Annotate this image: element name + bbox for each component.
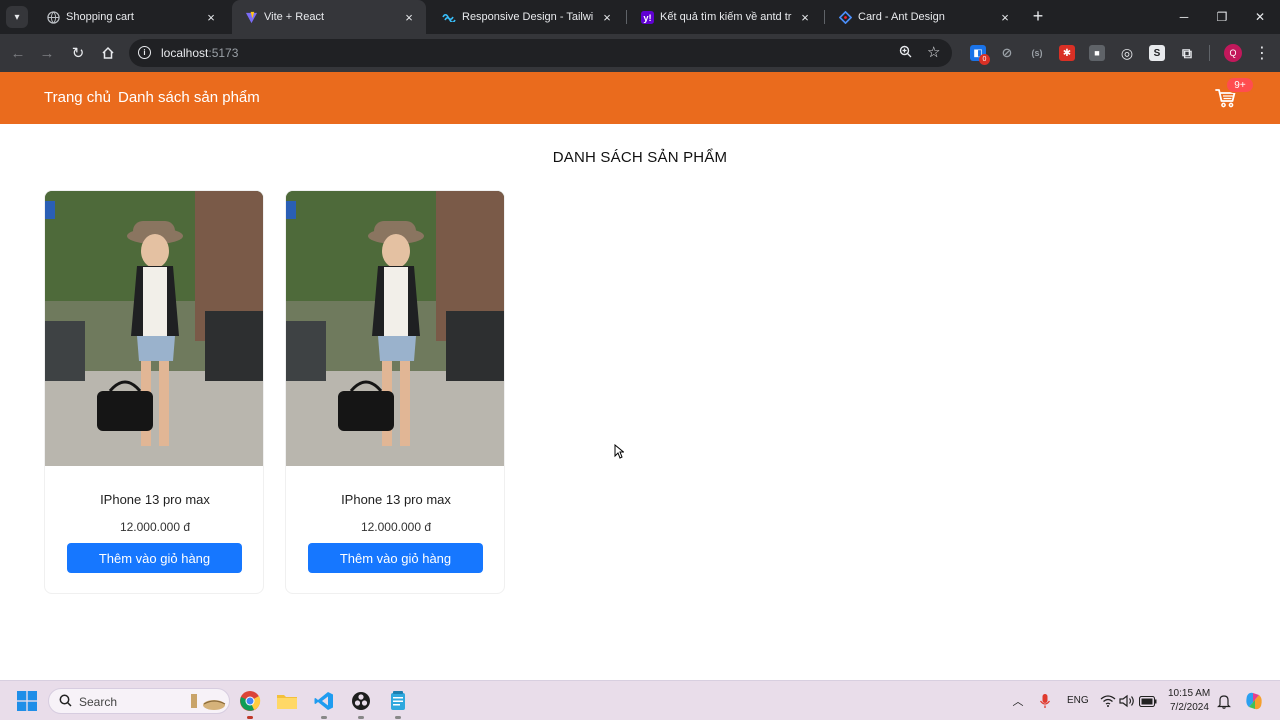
product-price: 12.000.000 đ xyxy=(119,520,191,534)
tab-shopping-cart[interactable]: Shopping cart × xyxy=(34,0,228,34)
product-name: IPhone 13 pro max xyxy=(100,492,210,507)
new-tab-button[interactable]: + xyxy=(1028,6,1048,26)
language-indicator[interactable]: ENG xyxy=(1067,695,1089,706)
extension-red-icon[interactable]: ✱ xyxy=(1059,45,1075,61)
reload-icon: ↻ xyxy=(71,45,85,62)
tab-vite-react[interactable]: Vite + React × xyxy=(232,0,426,34)
tab-separator xyxy=(626,10,627,24)
product-name: IPhone 13 pro max xyxy=(341,492,451,507)
clock-date[interactable]: 7/2/2024 xyxy=(1170,702,1209,713)
tab-label: Responsive Design - Tailwind C xyxy=(462,11,594,23)
page-viewport: Trang chủ Danh sách sản phẩm 9+ DANH SÁC… xyxy=(0,72,1280,680)
tab-search-button[interactable]: ▾ xyxy=(6,6,28,28)
product-image xyxy=(286,191,504,466)
url-text: localhost:5173 xyxy=(161,46,239,60)
vscode-taskbar-icon[interactable] xyxy=(312,689,336,713)
antd-icon xyxy=(838,10,852,24)
chrome-taskbar-icon[interactable] xyxy=(238,689,262,713)
svg-text:y!: y! xyxy=(643,13,651,23)
home-icon xyxy=(102,46,114,59)
tab-tailwind[interactable]: Responsive Design - Tailwind C × xyxy=(430,0,624,34)
search-icon xyxy=(59,694,72,710)
extension-badge: 0 xyxy=(979,54,990,65)
notepad-running-indicator xyxy=(395,716,401,719)
file-explorer-taskbar-icon[interactable] xyxy=(275,689,299,713)
tab-label: Shopping cart xyxy=(66,11,134,23)
window-close-button[interactable]: ✕ xyxy=(1242,0,1278,34)
close-icon[interactable]: × xyxy=(600,10,614,25)
zoom-icon[interactable] xyxy=(899,45,912,61)
globe-icon xyxy=(46,10,60,24)
nav-home-link[interactable]: Trang chủ xyxy=(44,89,111,106)
windows-start-button[interactable] xyxy=(15,689,39,713)
obs-running-indicator xyxy=(358,716,364,719)
show-hidden-icons-button[interactable]: ︿ xyxy=(1006,689,1030,713)
close-icon[interactable]: × xyxy=(998,10,1012,25)
vscode-running-indicator xyxy=(321,716,327,719)
arrow-left-icon: ← xyxy=(10,44,26,62)
add-to-cart-button[interactable]: Thêm vào giỏ hàng xyxy=(308,543,483,573)
app-header: Trang chủ Danh sách sản phẩm 9+ xyxy=(0,72,1280,124)
tab-yahoo[interactable]: y! Kết quả tìm kiếm về antd trên Y × xyxy=(628,0,822,34)
tailwind-icon xyxy=(442,10,456,24)
puzzle-icon[interactable]: ⧉ xyxy=(1179,45,1195,61)
back-button[interactable]: ← xyxy=(8,43,28,63)
close-icon[interactable]: × xyxy=(204,10,218,25)
page-title: DANH SÁCH SẢN PHẨM xyxy=(552,149,728,166)
reload-button[interactable]: ↻ xyxy=(68,43,88,63)
obs-taskbar-icon[interactable] xyxy=(349,689,373,713)
notepad-taskbar-icon[interactable] xyxy=(386,689,410,713)
extension-grey-icon[interactable]: (s) xyxy=(1029,45,1045,61)
notification-bell-icon[interactable] xyxy=(1212,689,1236,713)
address-bar[interactable]: i localhost:5173 ☆ xyxy=(129,39,952,67)
profile-avatar[interactable]: Q xyxy=(1224,44,1242,62)
battery-icon[interactable] xyxy=(1136,689,1160,713)
copilot-icon[interactable] xyxy=(1242,689,1266,713)
close-icon[interactable]: × xyxy=(798,10,812,25)
extension-s-icon[interactable]: S xyxy=(1149,45,1165,61)
chrome-running-indicator xyxy=(247,716,253,719)
cart-count-badge: 9+ xyxy=(1226,77,1254,93)
mouse-cursor-icon xyxy=(614,444,624,459)
product-image xyxy=(45,191,263,466)
forward-button[interactable]: → xyxy=(37,43,57,63)
yahoo-icon: y! xyxy=(640,10,654,24)
product-card: IPhone 13 pro max 12.000.000 đ Thêm vào … xyxy=(44,190,264,594)
taskbar: Search ︿ ENG 10:15 AM 7/2/2024 xyxy=(0,680,1280,720)
tab-strip: ▾ Shopping cart × Vite + React × Respons… xyxy=(0,0,1280,34)
toolbar-separator xyxy=(1209,45,1210,61)
microphone-icon[interactable] xyxy=(1033,689,1057,713)
compass-icon[interactable]: ⊘ xyxy=(999,45,1015,61)
tab-label: Vite + React xyxy=(264,11,325,23)
taskbar-search-input[interactable]: Search xyxy=(48,688,230,714)
search-placeholder: Search xyxy=(79,695,118,709)
clock-time[interactable]: 10:15 AM xyxy=(1168,688,1210,699)
tab-ant-design[interactable]: Card - Ant Design × xyxy=(826,0,1022,34)
product-price: 12.000.000 đ xyxy=(360,520,432,534)
tab-label: Card - Ant Design xyxy=(858,11,945,23)
add-to-cart-button[interactable]: Thêm vào giỏ hàng xyxy=(67,543,242,573)
nav-products-link[interactable]: Danh sách sản phẩm xyxy=(118,89,260,106)
site-info-icon[interactable]: i xyxy=(138,46,151,59)
browser-toolbar: ← → ↻ i localhost:5173 ☆ ◧ 0 ⊘ (s) ✱ ■ ◎… xyxy=(0,34,1280,72)
home-button[interactable] xyxy=(98,43,118,63)
product-card: IPhone 13 pro max 12.000.000 đ Thêm vào … xyxy=(285,190,505,594)
bookmark-star-icon[interactable]: ☆ xyxy=(927,43,940,61)
search-highlight-icon xyxy=(189,692,227,717)
tab-label: Kết quả tìm kiếm về antd trên Y xyxy=(660,11,792,23)
vite-icon xyxy=(244,10,258,24)
extension-square-icon[interactable]: ■ xyxy=(1089,45,1105,61)
tab-separator xyxy=(824,10,825,24)
close-icon[interactable]: × xyxy=(402,10,416,25)
maximize-button[interactable]: ❐ xyxy=(1204,0,1240,34)
windows-logo-icon xyxy=(17,691,37,711)
arrow-right-icon: → xyxy=(39,44,55,62)
target-icon[interactable]: ◎ xyxy=(1119,45,1135,61)
more-menu-icon[interactable]: ⋮ xyxy=(1254,43,1270,63)
minimize-button[interactable]: ─ xyxy=(1166,0,1202,34)
chevron-down-icon: ▾ xyxy=(14,11,20,23)
